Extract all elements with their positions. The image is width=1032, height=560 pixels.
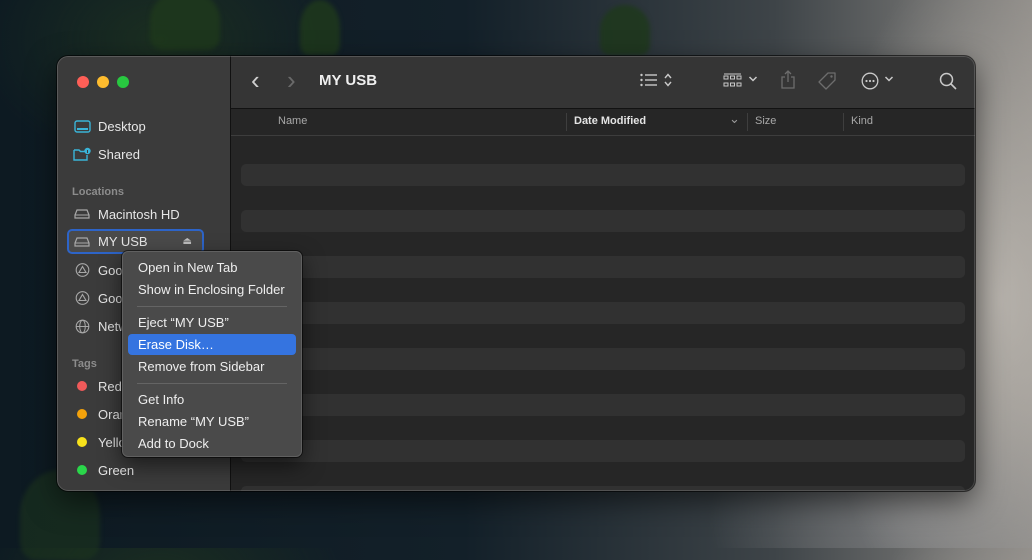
sidebar-item-desktop[interactable]: Desktop — [67, 114, 203, 138]
drive-icon — [73, 207, 91, 221]
tag-color-icon — [77, 465, 87, 475]
empty-row-stripe — [241, 486, 965, 491]
column-header-row: Name Date Modified ⌄ Size Kind — [231, 109, 975, 136]
more-icon[interactable] — [861, 72, 879, 90]
google-drive-icon — [73, 263, 91, 277]
share-icon[interactable] — [780, 70, 796, 90]
chevron-down-icon[interactable] — [884, 75, 894, 83]
forward-button[interactable]: › — [287, 67, 296, 93]
back-button[interactable]: ‹ — [251, 67, 260, 93]
menu-item-get-info[interactable]: Get Info — [128, 389, 296, 410]
menu-item-rename[interactable]: Rename “MY USB” — [128, 411, 296, 432]
wallpaper-tree — [150, 0, 220, 50]
menu-item-open-in-new-tab[interactable]: Open in New Tab — [128, 257, 296, 278]
menu-item-eject[interactable]: Eject “MY USB” — [128, 312, 296, 333]
tag-icon[interactable] — [817, 71, 837, 91]
tag-color-icon — [77, 381, 87, 391]
wallpaper-tree — [600, 5, 650, 55]
minimize-button[interactable] — [97, 76, 109, 88]
desktop-icon — [73, 119, 91, 133]
menu-item-remove-from-sidebar[interactable]: Remove from Sidebar — [128, 356, 296, 377]
tags-header: Tags — [72, 358, 97, 370]
column-header-date-modified[interactable]: Date Modified — [574, 115, 646, 127]
menu-separator — [137, 383, 287, 384]
zoom-button[interactable] — [117, 76, 129, 88]
sidebar-item-label: Shared — [98, 146, 140, 162]
window-controls — [77, 76, 129, 88]
close-button[interactable] — [77, 76, 89, 88]
menu-separator — [137, 306, 287, 307]
column-divider[interactable] — [566, 113, 567, 131]
tag-color-icon — [77, 409, 87, 419]
wallpaper-tree — [300, 0, 340, 55]
drive-icon — [73, 235, 91, 249]
locations-header: Locations — [72, 186, 124, 198]
empty-row-stripe — [241, 302, 965, 324]
tag-color-icon — [77, 437, 87, 447]
empty-row-stripe — [241, 164, 965, 186]
file-browser: ‹ › MY USB Name Date Modified ⌄ Size Kin… — [231, 56, 975, 491]
search-icon[interactable] — [939, 72, 957, 90]
sidebar-item-label: Desktop — [98, 118, 146, 134]
sidebar-item-label: Red — [98, 378, 122, 394]
context-menu: Open in New Tab Show in Enclosing Folder… — [122, 251, 302, 457]
sidebar-item-shared[interactable]: Shared — [67, 142, 203, 166]
sidebar-item-macintosh-hd[interactable]: Macintosh HD — [67, 202, 203, 226]
shared-folder-icon — [73, 147, 91, 161]
empty-row-stripe — [241, 394, 965, 416]
empty-row-stripe — [241, 256, 965, 278]
menu-item-erase-disk[interactable]: Erase Disk… — [128, 334, 296, 355]
sidebar-item-label: Green — [98, 462, 135, 478]
menu-item-add-to-dock[interactable]: Add to Dock — [128, 433, 296, 454]
eject-icon[interactable]: ⏏ — [183, 236, 192, 247]
sidebar-item-label: MY USB — [98, 234, 148, 249]
sort-chevron-icon[interactable]: ⌄ — [729, 111, 740, 127]
menu-item-show-in-enclosing-folder[interactable]: Show in Enclosing Folder — [128, 279, 296, 300]
empty-row-stripe — [241, 440, 965, 462]
google-drive-icon — [73, 291, 91, 305]
column-header-kind[interactable]: Kind — [851, 115, 873, 127]
column-divider[interactable] — [843, 113, 844, 131]
icon-view-grid-icon[interactable] — [723, 73, 742, 89]
sort-updown-icon[interactable] — [663, 72, 673, 88]
chevron-down-icon[interactable] — [748, 75, 758, 83]
sidebar-tag-green[interactable]: Green — [67, 458, 203, 482]
network-icon — [73, 319, 91, 333]
window-title: MY USB — [319, 72, 378, 89]
list-view-icon[interactable] — [640, 73, 658, 87]
column-header-size[interactable]: Size — [755, 115, 776, 127]
sidebar-item-label: Macintosh HD — [98, 206, 180, 222]
empty-row-stripe — [241, 210, 965, 232]
column-divider[interactable] — [747, 113, 748, 131]
toolbar: ‹ › MY USB — [231, 56, 975, 109]
empty-row-stripe — [241, 348, 965, 370]
column-header-name[interactable]: Name — [278, 115, 307, 127]
